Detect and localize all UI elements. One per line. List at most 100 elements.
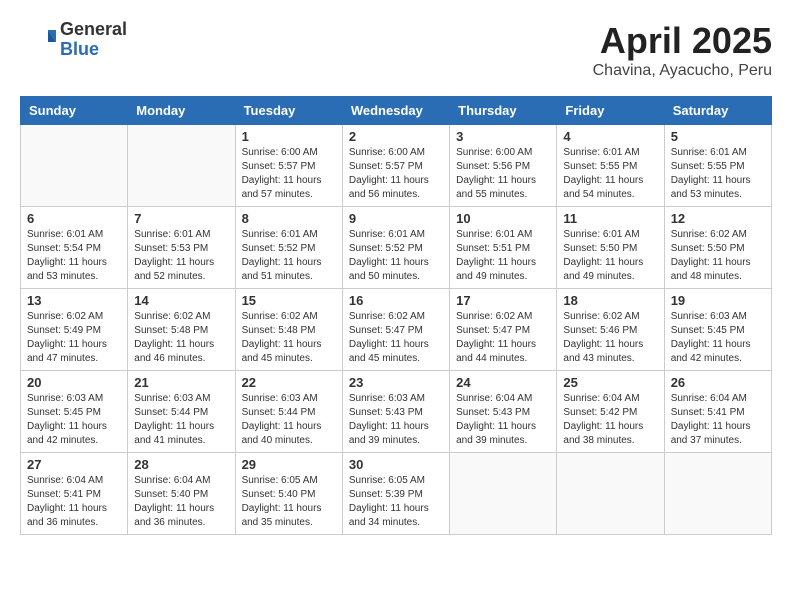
day-info: Sunrise: 6:02 AM Sunset: 5:47 PM Dayligh…	[456, 310, 550, 366]
day-number: 27	[27, 457, 121, 472]
week-row-3: 13 Sunrise: 6:02 AM Sunset: 5:49 PM Dayli…	[21, 289, 772, 371]
day-info: Sunrise: 6:04 AM Sunset: 5:43 PM Dayligh…	[456, 392, 550, 448]
day-number: 2	[349, 129, 443, 144]
day-cell: 19 Sunrise: 6:03 AM Sunset: 5:45 PM Dayli…	[664, 289, 771, 371]
month-title: April 2025	[593, 20, 772, 62]
day-info: Sunrise: 6:01 AM Sunset: 5:54 PM Dayligh…	[27, 228, 121, 284]
day-number: 3	[456, 129, 550, 144]
day-info: Sunrise: 6:02 AM Sunset: 5:50 PM Dayligh…	[671, 228, 765, 284]
day-cell: 10Sunrise: 6:01 AM Sunset: 5:51 PM Dayli…	[450, 207, 557, 289]
day-cell: 7 Sunrise: 6:01 AM Sunset: 5:53 PM Daylig…	[128, 207, 235, 289]
day-number: 25	[563, 375, 657, 390]
day-cell: 22 Sunrise: 6:03 AM Sunset: 5:44 PM Dayli…	[235, 371, 342, 453]
week-row-1: 1 Sunrise: 6:00 AM Sunset: 5:57 PM Daylig…	[21, 125, 772, 207]
day-number: 7	[134, 211, 228, 226]
day-cell	[664, 453, 771, 535]
day-info: Sunrise: 6:00 AM Sunset: 5:57 PM Dayligh…	[242, 146, 336, 202]
day-number: 30	[349, 457, 443, 472]
day-info: Sunrise: 6:03 AM Sunset: 5:44 PM Dayligh…	[242, 392, 336, 448]
day-cell: 5 Sunrise: 6:01 AM Sunset: 5:55 PM Daylig…	[664, 125, 771, 207]
day-cell	[21, 125, 128, 207]
day-cell	[557, 453, 664, 535]
location: Chavina, Ayacucho, Peru	[593, 62, 772, 80]
day-number: 1	[242, 129, 336, 144]
day-number: 17	[456, 293, 550, 308]
day-info: Sunrise: 6:01 AM Sunset: 5:52 PM Dayligh…	[242, 228, 336, 284]
day-number: 15	[242, 293, 336, 308]
week-row-2: 6 Sunrise: 6:01 AM Sunset: 5:54 PM Daylig…	[21, 207, 772, 289]
day-cell: 20 Sunrise: 6:03 AM Sunset: 5:45 PM Dayli…	[21, 371, 128, 453]
calendar: SundayMondayTuesdayWednesdayThursdayFrid…	[20, 96, 772, 535]
day-info: Sunrise: 6:01 AM Sunset: 5:53 PM Dayligh…	[134, 228, 228, 284]
title-area: April 2025 Chavina, Ayacucho, Peru	[593, 20, 772, 80]
day-info: Sunrise: 6:02 AM Sunset: 5:49 PM Dayligh…	[27, 310, 121, 366]
day-info: Sunrise: 6:02 AM Sunset: 5:46 PM Dayligh…	[563, 310, 657, 366]
day-cell: 9Sunrise: 6:01 AM Sunset: 5:52 PM Daylig…	[342, 207, 449, 289]
day-cell: 3 Sunrise: 6:00 AM Sunset: 5:56 PM Daylig…	[450, 125, 557, 207]
logo-general-text: General	[60, 20, 127, 40]
day-cell: 25 Sunrise: 6:04 AM Sunset: 5:42 PM Dayli…	[557, 371, 664, 453]
day-info: Sunrise: 6:03 AM Sunset: 5:43 PM Dayligh…	[349, 392, 443, 448]
day-info: Sunrise: 6:02 AM Sunset: 5:48 PM Dayligh…	[242, 310, 336, 366]
day-cell: 28 Sunrise: 6:04 AM Sunset: 5:40 PM Dayli…	[128, 453, 235, 535]
day-info: Sunrise: 6:03 AM Sunset: 5:45 PM Dayligh…	[671, 310, 765, 366]
day-cell: 13 Sunrise: 6:02 AM Sunset: 5:49 PM Dayli…	[21, 289, 128, 371]
day-info: Sunrise: 6:03 AM Sunset: 5:45 PM Dayligh…	[27, 392, 121, 448]
day-number: 13	[27, 293, 121, 308]
day-info: Sunrise: 6:02 AM Sunset: 5:47 PM Dayligh…	[349, 310, 443, 366]
weekday-header-friday: Friday	[557, 97, 664, 125]
day-number: 9	[349, 211, 443, 226]
day-cell: 29Sunrise: 6:05 AM Sunset: 5:40 PM Dayli…	[235, 453, 342, 535]
day-cell: 18Sunrise: 6:02 AM Sunset: 5:46 PM Dayli…	[557, 289, 664, 371]
day-info: Sunrise: 6:03 AM Sunset: 5:44 PM Dayligh…	[134, 392, 228, 448]
day-number: 5	[671, 129, 765, 144]
weekday-header-saturday: Saturday	[664, 97, 771, 125]
day-cell: 23 Sunrise: 6:03 AM Sunset: 5:43 PM Dayli…	[342, 371, 449, 453]
weekday-header-row: SundayMondayTuesdayWednesdayThursdayFrid…	[21, 97, 772, 125]
day-info: Sunrise: 6:01 AM Sunset: 5:55 PM Dayligh…	[671, 146, 765, 202]
day-number: 22	[242, 375, 336, 390]
day-cell: 12 Sunrise: 6:02 AM Sunset: 5:50 PM Dayli…	[664, 207, 771, 289]
day-number: 28	[134, 457, 228, 472]
weekday-header-thursday: Thursday	[450, 97, 557, 125]
weekday-header-sunday: Sunday	[21, 97, 128, 125]
day-cell: 1 Sunrise: 6:00 AM Sunset: 5:57 PM Daylig…	[235, 125, 342, 207]
day-cell: 14 Sunrise: 6:02 AM Sunset: 5:48 PM Dayli…	[128, 289, 235, 371]
day-cell	[128, 125, 235, 207]
day-cell	[450, 453, 557, 535]
day-number: 8	[242, 211, 336, 226]
day-info: Sunrise: 6:04 AM Sunset: 5:40 PM Dayligh…	[134, 474, 228, 530]
day-number: 14	[134, 293, 228, 308]
week-row-5: 27 Sunrise: 6:04 AM Sunset: 5:41 PM Dayli…	[21, 453, 772, 535]
day-number: 23	[349, 375, 443, 390]
day-cell: 6 Sunrise: 6:01 AM Sunset: 5:54 PM Daylig…	[21, 207, 128, 289]
day-cell: 16Sunrise: 6:02 AM Sunset: 5:47 PM Dayli…	[342, 289, 449, 371]
header: General Blue April 2025 Chavina, Ayacuch…	[20, 20, 772, 80]
day-info: Sunrise: 6:04 AM Sunset: 5:42 PM Dayligh…	[563, 392, 657, 448]
day-info: Sunrise: 6:04 AM Sunset: 5:41 PM Dayligh…	[27, 474, 121, 530]
day-info: Sunrise: 6:05 AM Sunset: 5:40 PM Dayligh…	[242, 474, 336, 530]
weekday-header-wednesday: Wednesday	[342, 97, 449, 125]
day-number: 26	[671, 375, 765, 390]
day-number: 24	[456, 375, 550, 390]
day-cell: 8 Sunrise: 6:01 AM Sunset: 5:52 PM Daylig…	[235, 207, 342, 289]
day-info: Sunrise: 6:00 AM Sunset: 5:56 PM Dayligh…	[456, 146, 550, 202]
day-info: Sunrise: 6:02 AM Sunset: 5:48 PM Dayligh…	[134, 310, 228, 366]
day-cell: 21 Sunrise: 6:03 AM Sunset: 5:44 PM Dayli…	[128, 371, 235, 453]
day-number: 21	[134, 375, 228, 390]
day-cell: 11Sunrise: 6:01 AM Sunset: 5:50 PM Dayli…	[557, 207, 664, 289]
day-number: 6	[27, 211, 121, 226]
day-number: 12	[671, 211, 765, 226]
day-cell: 24 Sunrise: 6:04 AM Sunset: 5:43 PM Dayli…	[450, 371, 557, 453]
day-info: Sunrise: 6:05 AM Sunset: 5:39 PM Dayligh…	[349, 474, 443, 530]
day-number: 20	[27, 375, 121, 390]
day-number: 4	[563, 129, 657, 144]
week-row-4: 20 Sunrise: 6:03 AM Sunset: 5:45 PM Dayli…	[21, 371, 772, 453]
day-cell: 15 Sunrise: 6:02 AM Sunset: 5:48 PM Dayli…	[235, 289, 342, 371]
logo-blue-text: Blue	[60, 40, 127, 60]
day-number: 19	[671, 293, 765, 308]
logo-icon	[20, 22, 56, 58]
day-cell: 17 Sunrise: 6:02 AM Sunset: 5:47 PM Dayli…	[450, 289, 557, 371]
day-number: 11	[563, 211, 657, 226]
day-info: Sunrise: 6:01 AM Sunset: 5:55 PM Dayligh…	[563, 146, 657, 202]
